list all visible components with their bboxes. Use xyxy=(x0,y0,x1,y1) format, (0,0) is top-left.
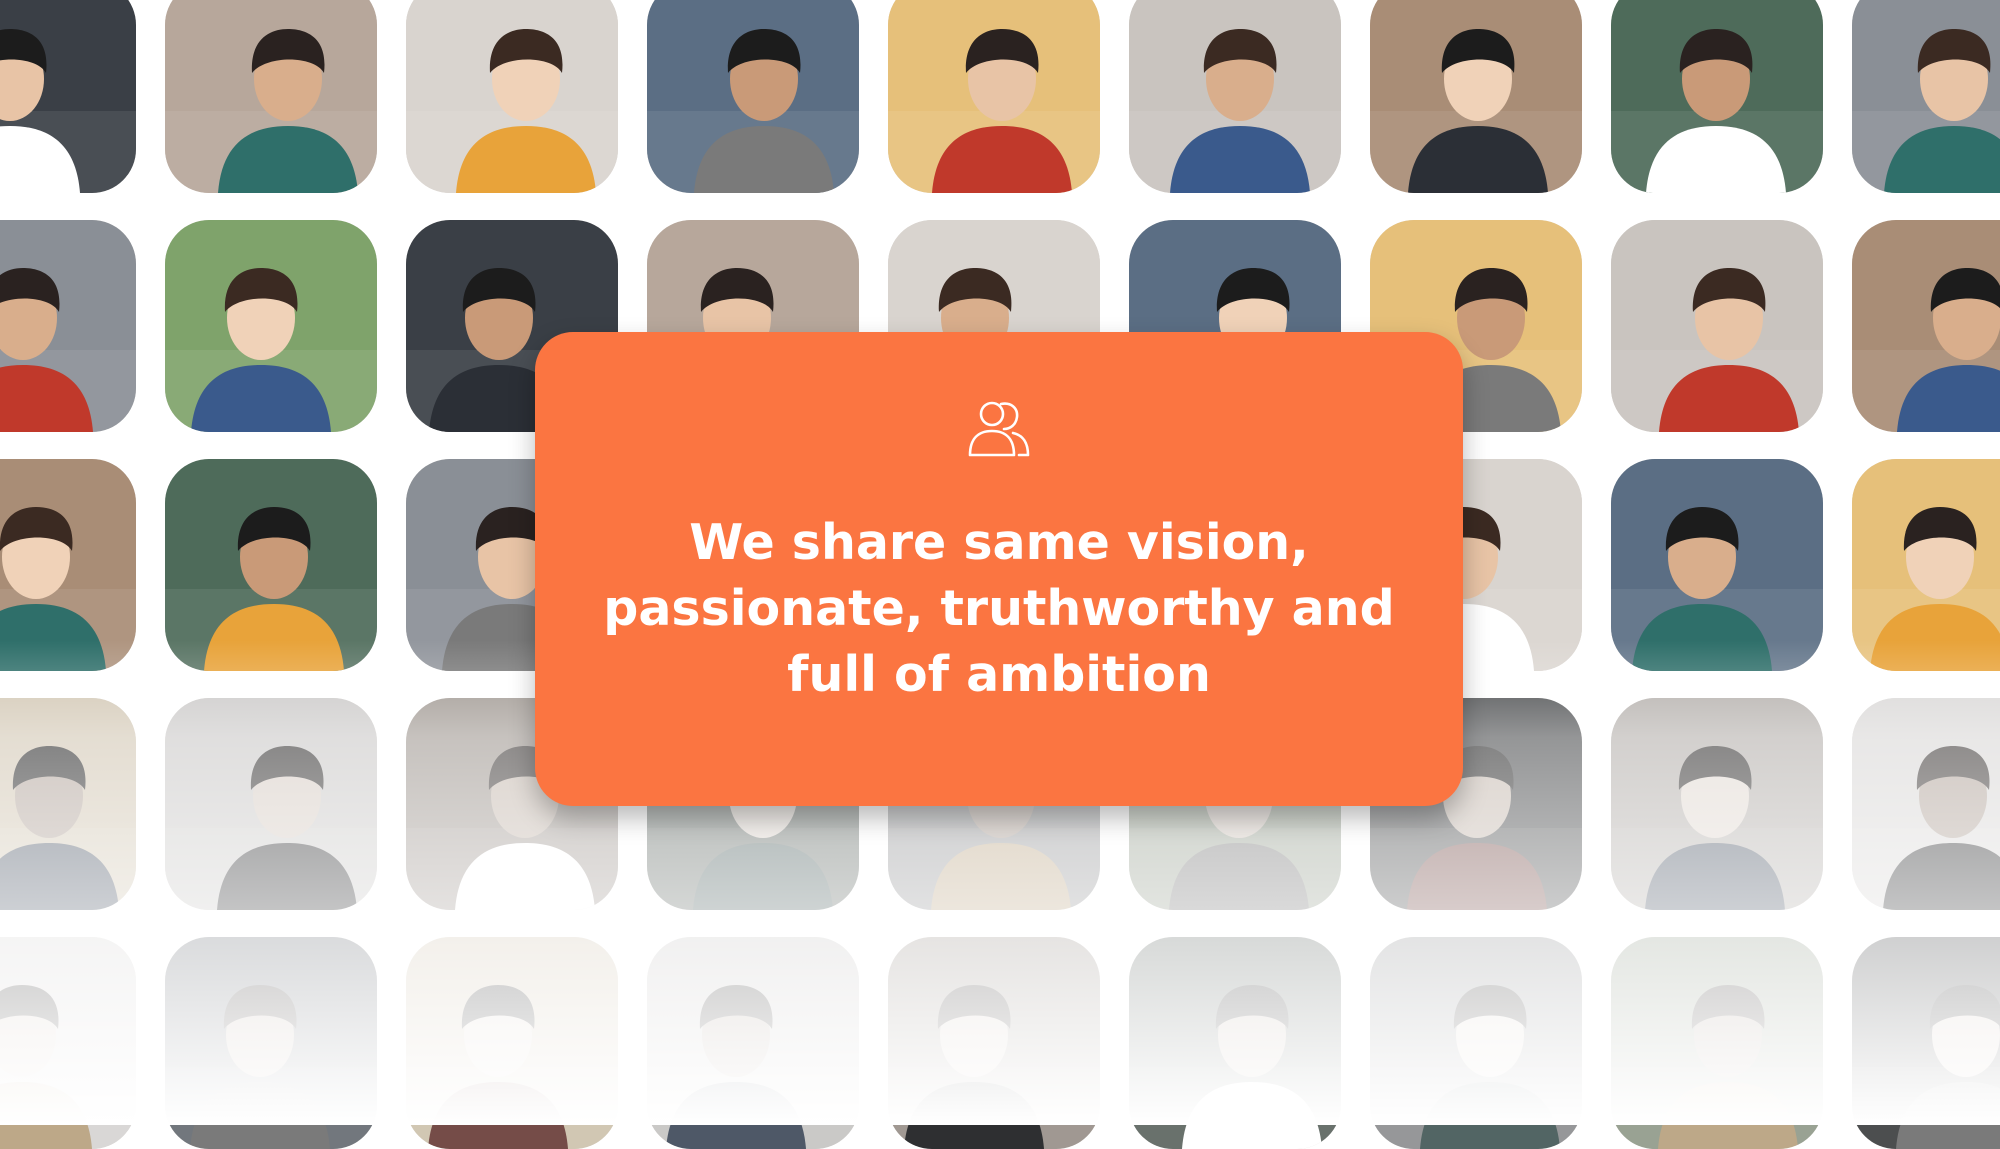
team-photo xyxy=(1852,937,2000,1149)
portrait-placeholder xyxy=(1611,220,1823,432)
team-photo xyxy=(0,937,136,1149)
portrait-placeholder xyxy=(1852,0,2000,193)
team-photo xyxy=(165,0,377,193)
team-photo xyxy=(0,0,136,193)
team-photo xyxy=(1370,0,1582,193)
team-photo xyxy=(1611,698,1823,910)
team-photo xyxy=(165,698,377,910)
portrait-placeholder xyxy=(1852,937,2000,1149)
team-photo xyxy=(1852,698,2000,910)
portrait-placeholder xyxy=(1852,698,2000,910)
team-photo xyxy=(1370,937,1582,1149)
portrait-placeholder xyxy=(165,937,377,1149)
portrait-placeholder xyxy=(406,0,618,193)
team-photo xyxy=(1611,220,1823,432)
team-photo xyxy=(1852,220,2000,432)
team-photo xyxy=(1852,0,2000,193)
portrait-placeholder xyxy=(165,698,377,910)
team-photo xyxy=(0,698,136,910)
team-photo xyxy=(165,220,377,432)
team-photo xyxy=(0,220,136,432)
team-photo xyxy=(888,0,1100,193)
portrait-placeholder xyxy=(165,459,377,671)
portrait-placeholder xyxy=(647,0,859,193)
portrait-placeholder xyxy=(1611,937,1823,1149)
team-photo xyxy=(888,937,1100,1149)
team-photo xyxy=(1611,459,1823,671)
portrait-placeholder xyxy=(165,220,377,432)
portrait-placeholder xyxy=(0,220,136,432)
portrait-placeholder xyxy=(0,459,136,671)
team-photo xyxy=(165,459,377,671)
team-photo xyxy=(1852,459,2000,671)
portrait-placeholder xyxy=(406,937,618,1149)
team-photo xyxy=(647,937,859,1149)
portrait-placeholder xyxy=(1852,220,2000,432)
team-photo xyxy=(1129,937,1341,1149)
vision-card: We share same vision, passionate, truthw… xyxy=(535,332,1463,806)
portrait-placeholder xyxy=(0,937,136,1149)
team-photo xyxy=(406,937,618,1149)
portrait-placeholder xyxy=(888,0,1100,193)
team-photo xyxy=(647,0,859,193)
portrait-placeholder xyxy=(1611,0,1823,193)
portrait-placeholder xyxy=(1370,937,1582,1149)
portrait-placeholder xyxy=(1129,0,1341,193)
portrait-placeholder xyxy=(647,937,859,1149)
portrait-placeholder xyxy=(1611,698,1823,910)
portrait-placeholder xyxy=(888,937,1100,1149)
team-photo xyxy=(406,0,618,193)
team-photo xyxy=(165,937,377,1149)
team-photo xyxy=(0,459,136,671)
portrait-placeholder xyxy=(1129,937,1341,1149)
portrait-placeholder xyxy=(0,0,136,193)
vision-statement: We share same vision, passionate, truthw… xyxy=(603,514,1395,703)
portrait-placeholder xyxy=(165,0,377,193)
team-photo xyxy=(1129,0,1341,193)
portrait-placeholder xyxy=(1852,459,2000,671)
portrait-placeholder xyxy=(0,698,136,910)
portrait-placeholder xyxy=(1370,0,1582,193)
team-photo xyxy=(1611,937,1823,1149)
team-photo xyxy=(1611,0,1823,193)
portrait-placeholder xyxy=(1611,459,1823,671)
users-icon xyxy=(968,401,1030,457)
